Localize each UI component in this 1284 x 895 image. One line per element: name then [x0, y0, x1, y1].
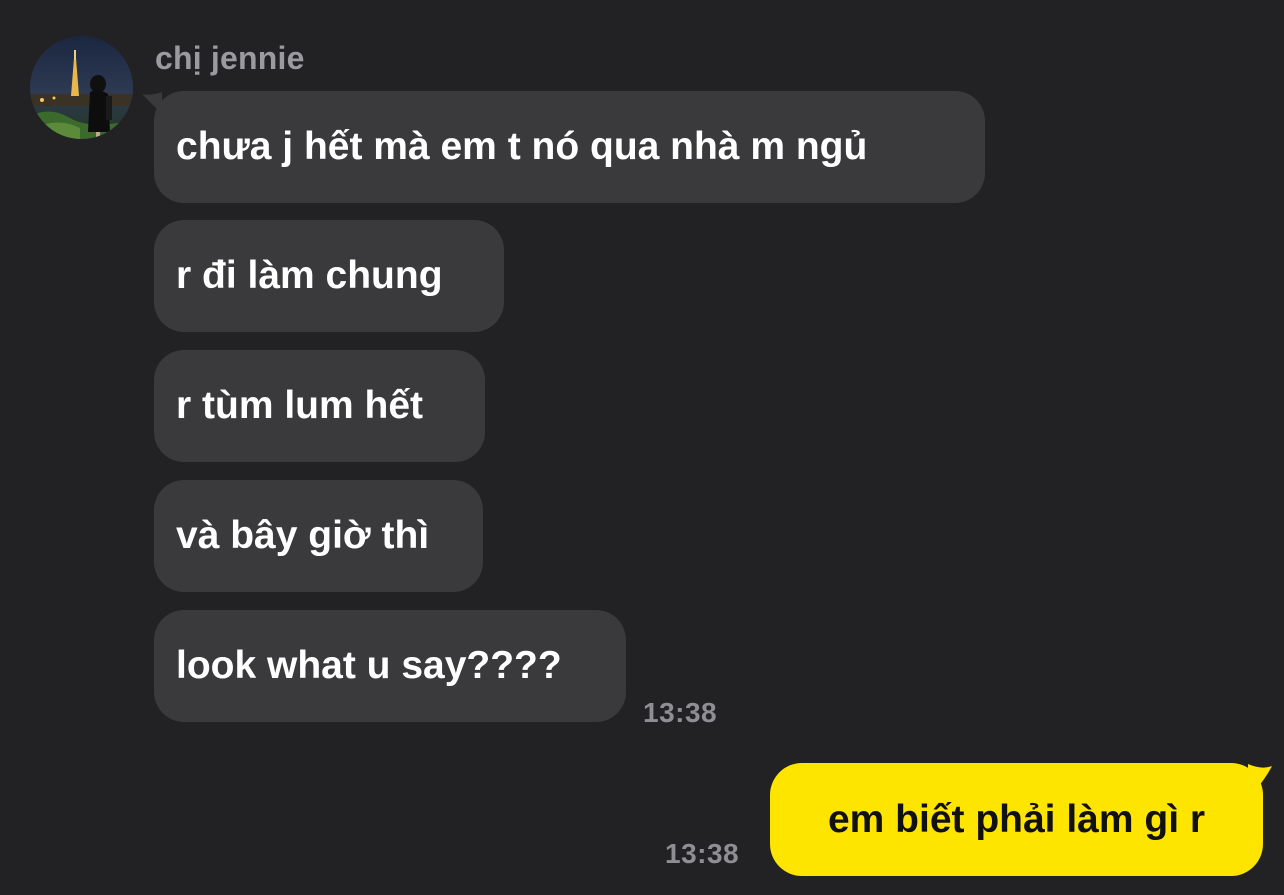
avatar-photo-icon	[30, 36, 133, 139]
outgoing-bubble-tail-icon	[1248, 764, 1272, 792]
message-text: r tùm lum hết	[176, 384, 424, 427]
incoming-message[interactable]: và bây giờ thì	[154, 480, 483, 592]
message-text: và bây giờ thì	[176, 514, 430, 557]
incoming-message[interactable]: r đi làm chung	[154, 220, 504, 332]
outgoing-timestamp: 13:38	[665, 838, 740, 869]
avatar[interactable]	[30, 36, 133, 139]
outgoing-message[interactable]: em biết phải làm gì r	[770, 763, 1263, 876]
incoming-message[interactable]: look what u say????	[154, 610, 626, 722]
sender-name: chị jennie	[155, 40, 305, 76]
chat-view: chị jennie chưa j hết mà em t nó qua nhà…	[0, 0, 1284, 895]
message-text: chưa j hết mà em t nó qua nhà m ngủ	[176, 125, 868, 168]
incoming-message[interactable]: r tùm lum hết	[154, 350, 485, 462]
message-text: r đi làm chung	[176, 254, 443, 297]
message-text: em biết phải làm gì r	[827, 798, 1206, 841]
incoming-message[interactable]: chưa j hết mà em t nó qua nhà m ngủ	[154, 91, 985, 203]
incoming-timestamp: 13:38	[643, 697, 718, 728]
message-text: look what u say????	[176, 644, 562, 687]
